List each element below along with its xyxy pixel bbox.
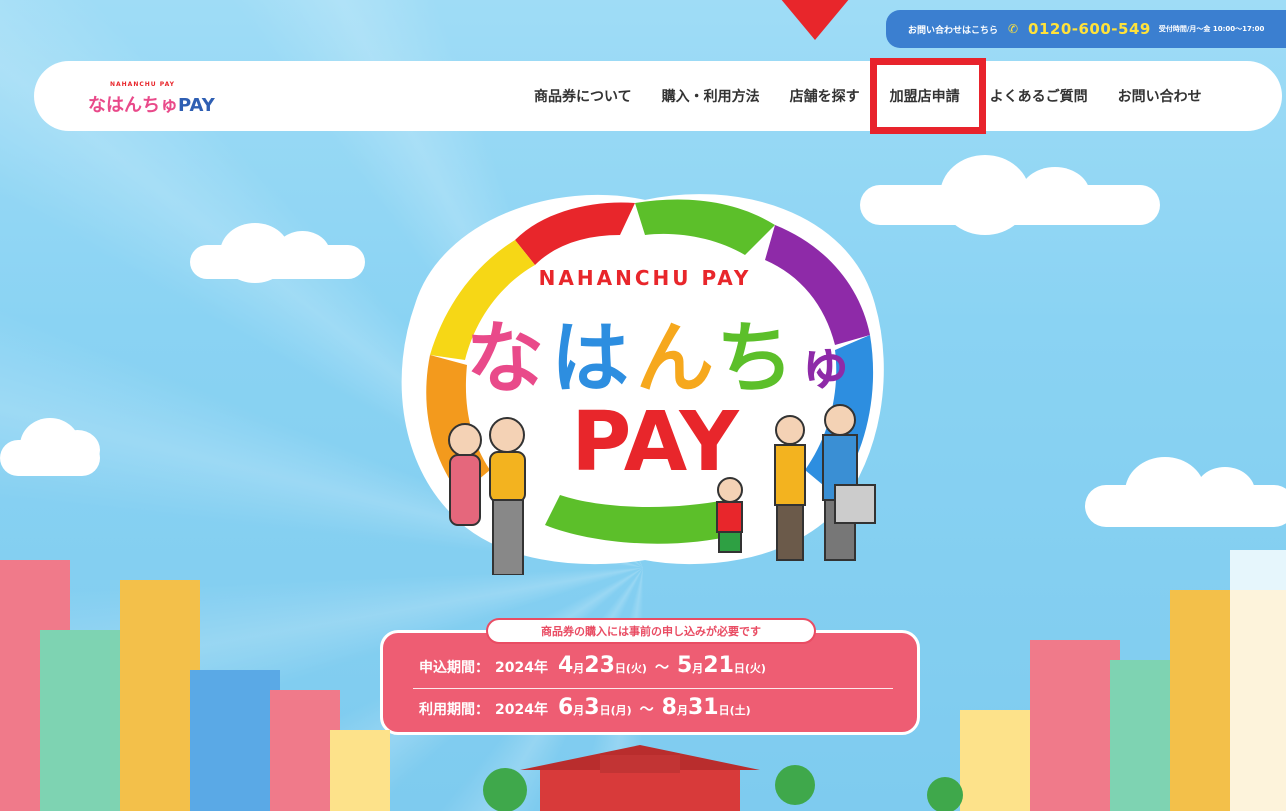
logo-text-pay: PAY <box>178 95 215 116</box>
building <box>1110 660 1180 811</box>
site-logo[interactable]: NAHANCHU PAY なはんちゅPAY <box>88 81 228 117</box>
hero-char-chi: ち <box>716 314 794 404</box>
nav-merchant-apply[interactable]: 加盟店申請 <box>869 58 986 134</box>
building <box>190 670 280 811</box>
building <box>1230 550 1286 811</box>
contact-bar[interactable]: お問い合わせはこちら ✆ 0120-600-549 受付時間/月〜金 10:00… <box>886 10 1286 48</box>
city-illustration <box>0 550 1286 811</box>
hero-pay: PAY <box>571 395 740 490</box>
hero-logo: NAHANCHU PAY な は ん ち ゅ PAY <box>401 194 884 575</box>
contact-hours: 受付時間/月〜金 10:00〜17:00 <box>1158 25 1265 33</box>
logo-subtitle: NAHANCHU PAY <box>110 81 175 88</box>
logo-text-jp: なはんちゅ <box>88 95 178 116</box>
building <box>330 730 390 811</box>
building <box>120 580 200 811</box>
hero-char-n: ん <box>636 314 714 404</box>
cloud <box>860 155 1160 235</box>
building <box>1030 640 1120 811</box>
nav-about[interactable]: 商品券について <box>534 86 632 106</box>
main-nav: 商品券について 購入・利用方法 店舗を探す 加盟店申請 よくあるご質問 お問い合… <box>534 58 1232 134</box>
nav-faq[interactable]: よくあるご質問 <box>990 86 1088 106</box>
phone-icon: ✆ <box>1007 22 1019 36</box>
hero-subtitle: NAHANCHU PAY <box>539 266 752 290</box>
hero-char-na: な <box>466 314 544 404</box>
nav-how-to-buy[interactable]: 購入・利用方法 <box>662 86 760 106</box>
down-arrow-icon <box>765 0 865 40</box>
nav-contact[interactable]: お問い合わせ <box>1118 86 1202 106</box>
site-header: NAHANCHU PAY なはんちゅPAY 商品券について 購入・利用方法 店舗… <box>34 58 1282 134</box>
shurijo-castle <box>520 745 760 811</box>
building <box>40 630 130 811</box>
purchase-notice: 商品券の購入には事前の申し込みが必要です <box>486 618 816 644</box>
building <box>960 710 1040 811</box>
cloud <box>0 418 100 476</box>
contact-label: お問い合わせはこちら <box>908 25 999 36</box>
logo-text: なはんちゅPAY <box>88 91 215 117</box>
hero-char-ha: は <box>551 314 629 404</box>
building <box>270 690 340 811</box>
cloud <box>190 223 365 283</box>
nav-find-store[interactable]: 店舗を探す <box>790 86 860 106</box>
hero-char-yu: ゅ <box>798 333 852 396</box>
contact-phone[interactable]: 0120-600-549 <box>1028 20 1151 38</box>
